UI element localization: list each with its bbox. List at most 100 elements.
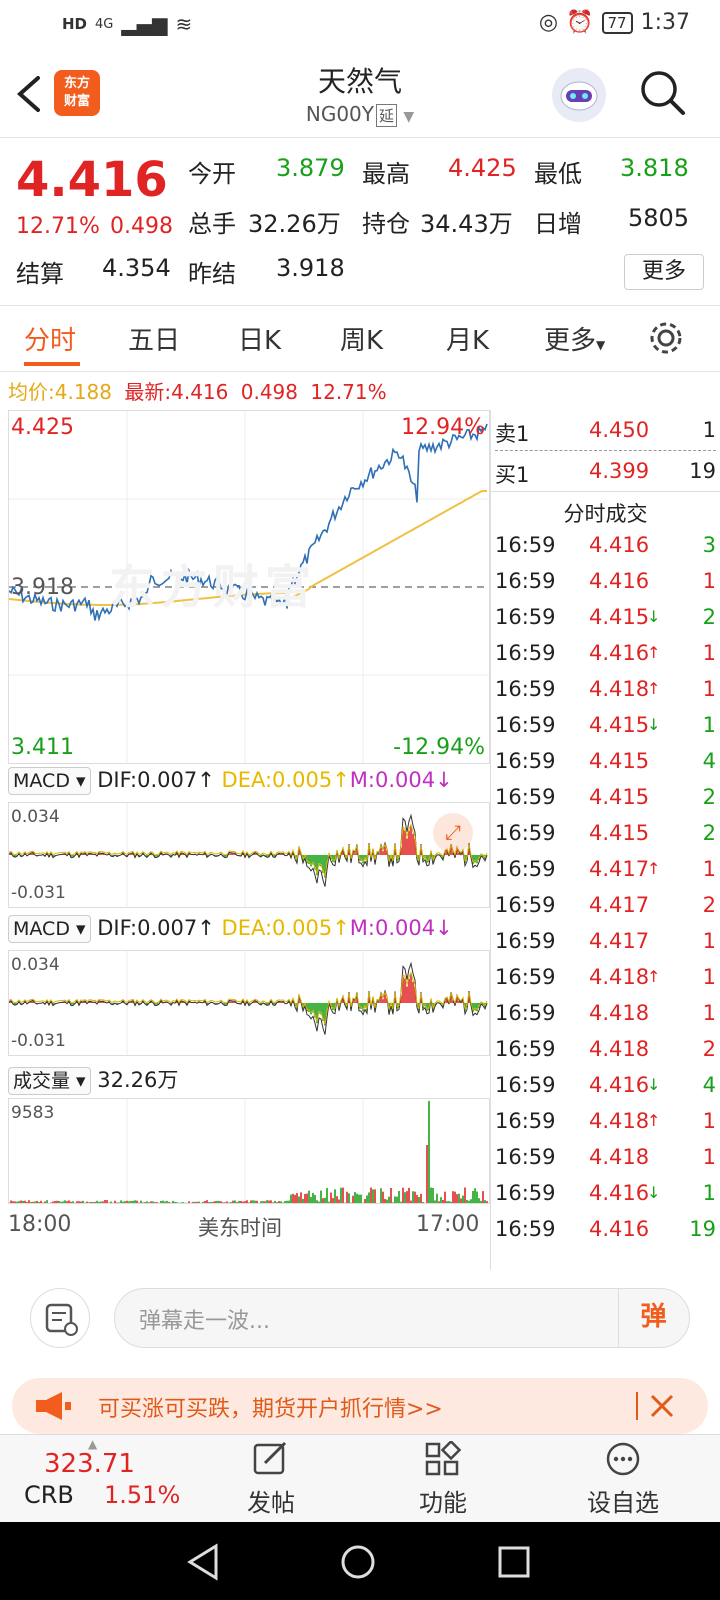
daily-increase-label: 日增	[534, 210, 582, 238]
open-interest-value: 34.43万	[420, 210, 513, 238]
ask-row: 卖1 4.450 1	[495, 418, 716, 446]
alarm-icon: ⏰	[566, 10, 594, 35]
time-axis-end: 17:00	[416, 1212, 480, 1237]
prev-settle-line-label: 3.918	[11, 575, 74, 600]
trade-row: 16:59 4.417 ↑ 1	[491, 851, 720, 887]
post-button[interactable]: 发帖	[236, 1441, 306, 1518]
gear-icon[interactable]	[648, 320, 684, 356]
trade-row: 16:59 4.415 2	[491, 815, 720, 851]
trade-row: 16:59 4.416 ↓ 4	[491, 1067, 720, 1103]
macd1-chart[interactable]: 0.034 -0.031 ⤢	[8, 802, 490, 908]
avg-label: 均价:	[8, 380, 55, 404]
status-left-icons: HD 4G ▂▄▆ ≋	[62, 12, 192, 36]
tab-intraday[interactable]: 分时	[24, 320, 76, 357]
macd1-canvas	[9, 803, 488, 907]
bottom-toolbar: ▲ 323.71 CRB 1.51% 发帖 功能 设自选	[0, 1434, 720, 1522]
tab-more[interactable]: 更多▼	[544, 320, 605, 357]
status-bar: HD 4G ▂▄▆ ≋ ◎ ⏰ 77 1:37	[0, 0, 720, 48]
trade-price: 4.416	[589, 641, 650, 665]
trade-time: 16:59	[495, 1037, 556, 1061]
trade-qty: 19	[689, 1217, 716, 1241]
macd1-selector[interactable]: MACD ▾	[8, 767, 91, 795]
close-icon[interactable]	[648, 1392, 676, 1420]
nav-back-icon[interactable]	[184, 1542, 224, 1582]
arrow-up-icon: ↑	[647, 859, 661, 878]
macd1-bottom-label: -0.031	[11, 883, 66, 903]
index-ticker[interactable]: ▲ 323.71 CRB 1.51%	[24, 1437, 194, 1517]
trade-row: 16:59 4.417 1	[491, 923, 720, 959]
megaphone-icon	[36, 1392, 71, 1420]
daily-increase-value: 5805	[628, 204, 690, 232]
macd2-chart[interactable]: 0.034 -0.031	[8, 950, 490, 1056]
macd2-m: M:0.004	[349, 916, 436, 940]
trade-price: 4.416	[589, 1217, 650, 1241]
macd2-dea: DEA:0.005	[221, 916, 333, 940]
y-max-pct-label: 12.94%	[401, 415, 485, 440]
volume-chart[interactable]: 9583	[8, 1098, 490, 1204]
tab-five-day[interactable]: 五日	[128, 320, 180, 357]
trade-list[interactable]: 16:59 4.416 3 16:59 4.416 1 16:59 4.415 ↓ 2 16:59 4…	[491, 527, 720, 1247]
nav-recents-icon[interactable]	[494, 1542, 534, 1582]
trade-row: 16:59 4.415 4	[491, 743, 720, 779]
arrow-up-icon: ↑	[647, 643, 661, 662]
quote-panel: 4.416 12.71% 0.498 今开 3.879 最高 4.425 最低 …	[0, 138, 720, 306]
macd2-header: MACD ▾ DIF:0.007↑ DEA:0.005↑M:0.004↓	[8, 915, 490, 950]
intraday-info-line: 均价:4.188 最新:4.416 0.498 12.71%	[8, 376, 387, 405]
low-value: 3.818	[620, 154, 689, 182]
more-button[interactable]: 更多	[624, 254, 704, 290]
dropdown-icon: ▼	[403, 109, 415, 125]
volume-label: 总手	[188, 210, 236, 238]
volume-selector[interactable]: 成交量 ▾	[8, 1067, 91, 1095]
vibrate-icon: ◎	[538, 10, 559, 35]
price-chart[interactable]: 东方财富 4.425 12.94% 3.918 3.411 -12.94%	[8, 410, 490, 764]
trade-price: 4.416	[589, 569, 650, 593]
high-label: 最高	[362, 160, 410, 188]
macd1-dea: DEA:0.005	[221, 768, 333, 792]
volume-max-label: 9583	[11, 1103, 55, 1123]
trade-price: 4.415	[589, 821, 650, 845]
clock: 1:37	[640, 10, 690, 35]
comment-settings-icon[interactable]	[30, 1288, 90, 1348]
trade-qty: 2	[702, 1037, 716, 1061]
order-book-panel: 卖1 4.450 1 买1 4.399 19 分时成交 16:59 4.416 3 1…	[490, 410, 720, 1270]
trade-row: 16:59 4.418 1	[491, 1139, 720, 1175]
macd2-selector[interactable]: MACD ▾	[8, 915, 91, 943]
trade-price: 4.418	[589, 677, 650, 701]
trade-row: 16:59 4.418 ↑ 1	[491, 1103, 720, 1139]
functions-button[interactable]: 功能	[408, 1439, 478, 1518]
wifi-icon: ≋	[175, 12, 193, 36]
trade-price: 4.415	[589, 713, 650, 737]
dropdown-icon: ▼	[596, 338, 606, 352]
index-value: 323.71	[44, 1449, 135, 1479]
status-right-icons: ◎ ⏰ 77 1:37	[539, 10, 690, 35]
trade-qty: 1	[702, 1145, 716, 1169]
network-type-icon: 4G	[95, 16, 114, 32]
arrow-down-icon: ↓	[647, 1075, 661, 1094]
search-icon[interactable]	[638, 68, 688, 118]
trade-qty: 4	[702, 1073, 716, 1097]
trade-price: 4.418	[589, 1109, 650, 1133]
expand-icon[interactable]: ⤢	[433, 813, 473, 853]
chart-area[interactable]: 东方财富 4.425 12.94% 3.918 3.411 -12.94% MA…	[0, 410, 490, 1270]
macd1-top-label: 0.034	[11, 807, 60, 827]
trade-qty: 1	[702, 713, 716, 737]
contract-code[interactable]: NG00Y 延 ▼	[0, 102, 720, 127]
robot-assistant-icon[interactable]	[552, 68, 606, 122]
tab-monthly-k[interactable]: 月K	[446, 320, 489, 357]
arrow-up-icon: ↑	[647, 967, 661, 986]
open-label: 今开	[188, 160, 236, 188]
hd-icon: HD	[62, 15, 88, 33]
trade-row: 16:59 4.416 1	[491, 563, 720, 599]
tab-daily-k[interactable]: 日K	[238, 320, 281, 357]
trade-time: 16:59	[495, 785, 556, 809]
comment-input[interactable]: 弹幕走一波...	[114, 1288, 690, 1348]
tab-weekly-k[interactable]: 周K	[340, 320, 383, 357]
trade-price: 4.417	[589, 929, 650, 953]
trade-qty: 4	[702, 749, 716, 773]
send-comment-button[interactable]: 弹	[618, 1288, 688, 1348]
add-watchlist-button[interactable]: 设自选	[578, 1441, 668, 1518]
settle-value: 4.354	[102, 254, 171, 282]
promo-banner[interactable]: 可买涨可买跌，期货开户抓行情>>	[12, 1378, 708, 1434]
arrow-down-icon: ↓	[647, 1183, 661, 1202]
nav-home-icon[interactable]	[338, 1542, 378, 1582]
